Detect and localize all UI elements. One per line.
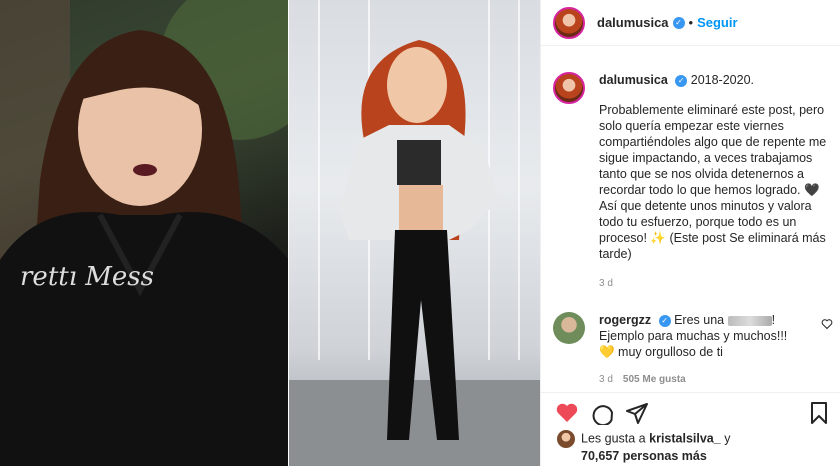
separator-dot: • bbox=[688, 15, 694, 30]
photo-after bbox=[289, 0, 540, 466]
follow-button[interactable]: Seguir bbox=[697, 15, 737, 30]
post-panel: dalumusica ✓ • Seguir dalumusica ✓ 2018-… bbox=[540, 0, 840, 466]
likes-summary: Les gusta a kristalsilva_ y 70,657 perso… bbox=[557, 430, 730, 464]
caption: dalumusica ✓ 2018-2020. Probablemente el… bbox=[553, 72, 833, 292]
comment-time[interactable]: 3 d bbox=[599, 374, 613, 385]
likes-count[interactable]: 70,657 personas más bbox=[581, 449, 707, 463]
caption-username[interactable]: dalumusica bbox=[599, 73, 668, 87]
comment-meta: 3 d 505 Me gusta bbox=[599, 372, 833, 388]
post-header: dalumusica ✓ • Seguir bbox=[541, 0, 840, 46]
svg-text:rettı Mess: rettı Mess bbox=[20, 262, 154, 292]
comment-text-start: Eres una bbox=[674, 313, 725, 327]
verified-badge-icon: ✓ bbox=[675, 74, 688, 87]
likes-suffix: y bbox=[724, 431, 731, 446]
redacted-word bbox=[727, 315, 772, 326]
author-username[interactable]: dalumusica bbox=[597, 15, 669, 30]
commenter-username[interactable]: rogergzz bbox=[599, 313, 651, 327]
comment-text-end: 💛 muy orgulloso de ti bbox=[599, 345, 723, 359]
caption-years: 2018-2020. bbox=[690, 73, 755, 87]
comment-text-rest: Ejemplo para muchas y muchos!!! bbox=[599, 329, 788, 343]
comment-likes[interactable]: 505 Me gusta bbox=[623, 374, 686, 385]
photo-before-illustration: rettı Mess bbox=[0, 0, 289, 466]
verified-badge-icon: ✓ bbox=[658, 314, 671, 327]
verified-badge-icon: ✓ bbox=[672, 16, 685, 29]
commenter-avatar[interactable] bbox=[553, 312, 585, 344]
photo-after-illustration bbox=[289, 0, 540, 466]
heart-icon[interactable] bbox=[555, 401, 579, 425]
caption-timestamp[interactable]: 3 d bbox=[599, 276, 833, 292]
liker-avatar[interactable] bbox=[557, 430, 575, 448]
comment: rogergzz ✓ Eres una ! Ejemplo para mucha… bbox=[553, 312, 833, 388]
comment-heart-icon[interactable] bbox=[821, 318, 833, 330]
comment-icon[interactable] bbox=[591, 401, 615, 425]
action-bar bbox=[541, 392, 840, 432]
caption-text: Probablemente eliminaré este post, pero … bbox=[599, 103, 827, 261]
caption-avatar[interactable] bbox=[553, 72, 585, 104]
share-icon[interactable] bbox=[625, 401, 649, 425]
photo-before: rettı Mess bbox=[0, 0, 289, 466]
bookmark-icon[interactable] bbox=[807, 401, 831, 425]
likes-prefix: Les gusta a bbox=[581, 431, 646, 446]
post-image[interactable]: rettı Mess bbox=[0, 0, 540, 466]
likes-user[interactable]: kristalsilva_ bbox=[649, 431, 721, 445]
author-avatar[interactable] bbox=[553, 6, 585, 39]
